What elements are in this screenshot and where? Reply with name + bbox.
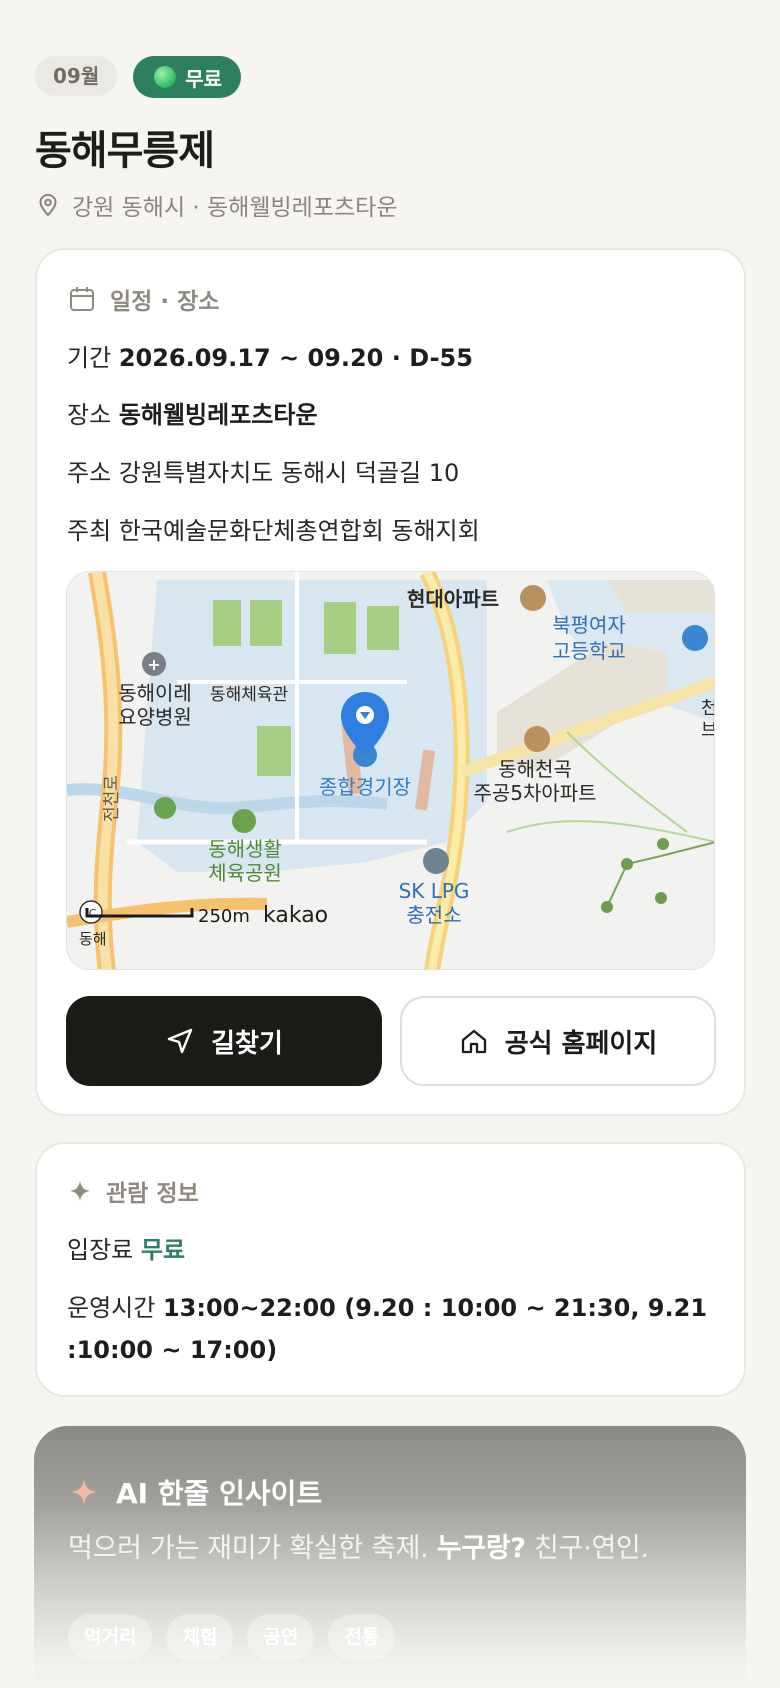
map-label-park-1: 동해생활 bbox=[208, 837, 282, 861]
kakao-logo: kakao bbox=[263, 903, 328, 928]
map-label-park-2: 체육공원 bbox=[208, 861, 282, 885]
schedule-heading: 일정 · 장소 bbox=[68, 282, 219, 316]
map-label-stadium: 종합경기장 bbox=[319, 775, 411, 799]
hours-value-line2: :10:00 ~ 17:00) bbox=[67, 1336, 278, 1364]
ai-heading-text: AI 한줄 인사이트 bbox=[116, 1477, 323, 1510]
map-label-hospital-1: 동해이레 bbox=[118, 681, 192, 705]
directions-button-label: 길찾기 bbox=[211, 1028, 283, 1059]
chip-row: 09월 무료 bbox=[35, 56, 242, 98]
ai-text-before: 먹으러 가는 재미가 확실한 축제. bbox=[68, 1533, 429, 1564]
map-label-apt2-1: 동해천곡 bbox=[498, 757, 572, 781]
event-location: 강원 동해시 · 동해웰빙레포츠타운 bbox=[38, 188, 397, 222]
venue-map[interactable]: + 현대아파트 북평여자 고등학교 동해이레 요양병원 동해체육관 종합경기장 … bbox=[66, 571, 715, 970]
map-label-river: 전천로 bbox=[102, 775, 122, 822]
host-label: 주최 bbox=[67, 517, 112, 545]
map-scale-label: 250m bbox=[198, 906, 250, 927]
venue-label: 장소 bbox=[67, 401, 112, 429]
free-chip: 무료 bbox=[133, 56, 242, 98]
fee-label: 입장료 bbox=[67, 1236, 134, 1264]
ai-tag[interactable]: 체험 bbox=[166, 1614, 234, 1660]
free-chip-label: 무료 bbox=[185, 66, 223, 91]
map-label-lpg-2: 충전소 bbox=[406, 903, 461, 927]
home-icon bbox=[461, 1029, 486, 1054]
month-chip: 09월 bbox=[35, 56, 118, 96]
viewing-heading: 관람 정보 bbox=[68, 1174, 199, 1208]
host-row: 주최 한국예술문화단체총연합회 동해지회 bbox=[67, 511, 480, 546]
map-label-apt2-2: 주공5차아파트 bbox=[473, 781, 596, 805]
hours-value-line1: 13:00~22:00 (9.20 : 10:00 ~ 21:30, 9.21 bbox=[162, 1294, 708, 1322]
host-value: 한국예술문화단체총연합회 동해지회 bbox=[118, 517, 480, 545]
period-row: 기간 2026.09.17 ~ 09.20 · D-55 bbox=[67, 338, 473, 373]
ai-tag-list: 먹거리 체험 공연 전통 bbox=[68, 1614, 396, 1660]
map-label-edge-bottom: 동해 bbox=[79, 930, 107, 948]
ai-tag[interactable]: 공연 bbox=[247, 1614, 315, 1660]
calendar-icon bbox=[70, 287, 94, 311]
address-label: 주소 bbox=[67, 459, 112, 487]
ai-text-bold: 누구랑? bbox=[436, 1533, 526, 1564]
map-label-apt1: 현대아파트 bbox=[407, 587, 499, 611]
address-value: 강원특별자치도 동해시 덕골길 10 bbox=[118, 459, 460, 487]
period-label: 기간 bbox=[67, 344, 112, 372]
schedule-card: 일정 · 장소 기간 2026.09.17 ~ 09.20 · D-55 장소 … bbox=[35, 248, 746, 1116]
map-label-hospital-2: 요양병원 bbox=[118, 705, 192, 729]
fee-value: 무료 bbox=[140, 1236, 186, 1264]
venue-value: 동해웰빙레포츠타운 bbox=[118, 401, 318, 429]
event-title: 동해무릉제 bbox=[35, 128, 215, 174]
map-label-school-1: 북평여자 bbox=[552, 613, 626, 637]
directions-button[interactable]: 길찾기 bbox=[66, 996, 382, 1086]
event-location-text: 강원 동해시 · 동해웰빙레포츠타운 bbox=[72, 195, 398, 221]
map-label-edge-right-1: 천 bbox=[701, 698, 715, 719]
official-homepage-button[interactable]: 공식 홈페이지 bbox=[400, 996, 716, 1086]
ai-tag[interactable]: 먹거리 bbox=[68, 1614, 153, 1660]
location-pin-icon bbox=[39, 193, 57, 217]
period-value: 2026.09.17 ~ 09.20 · D-55 bbox=[118, 344, 473, 372]
hours-label: 운영시간 bbox=[67, 1294, 156, 1322]
ai-sparkle-icon bbox=[71, 1479, 97, 1505]
map-label-gym: 동해체육관 bbox=[210, 685, 288, 705]
viewing-heading-text: 관람 정보 bbox=[106, 1181, 199, 1207]
ai-text-after: 친구·연인. bbox=[534, 1533, 649, 1564]
schedule-heading-text: 일정 · 장소 bbox=[110, 289, 220, 315]
venue-row: 장소 동해웰빙레포츠타운 bbox=[67, 395, 318, 430]
viewing-info-card: 관람 정보 입장료 무료 운영시간 13:00~22:00 (9.20 : 10… bbox=[35, 1142, 746, 1397]
fee-row: 입장료 무료 bbox=[67, 1230, 185, 1265]
hours-row: 운영시간 13:00~22:00 (9.20 : 10:00 ~ 21:30, … bbox=[67, 1287, 707, 1371]
ai-heading: AI 한줄 인사이트 bbox=[70, 1472, 322, 1512]
map-label-edge-right-2: 브 bbox=[701, 720, 715, 741]
ai-insight-card: AI 한줄 인사이트 먹으러 가는 재미가 확실한 축제. 누구랑? 친구·연인… bbox=[34, 1426, 746, 1688]
svg-text:+: + bbox=[147, 655, 160, 674]
ai-tag[interactable]: 전통 bbox=[328, 1614, 396, 1660]
map-label-school-2: 고등학교 bbox=[552, 639, 626, 663]
map-label-lpg-1: SK LPG bbox=[399, 879, 470, 903]
ai-insight-text: 먹으러 가는 재미가 확실한 축제. 누구랑? 친구·연인. bbox=[68, 1526, 649, 1565]
sparkle-icon bbox=[70, 1181, 90, 1201]
address-row: 주소 강원특별자치도 동해시 덕골길 10 bbox=[67, 453, 459, 488]
navigation-arrow-icon bbox=[167, 1028, 193, 1054]
green-dot-icon bbox=[154, 66, 177, 88]
festival-detail-page: 09월 무료 동해무릉제 강원 동해시 · 동해웰빙레포츠타운 일정 · 장소 … bbox=[0, 0, 780, 1688]
official-homepage-button-label: 공식 홈페이지 bbox=[504, 1028, 658, 1059]
